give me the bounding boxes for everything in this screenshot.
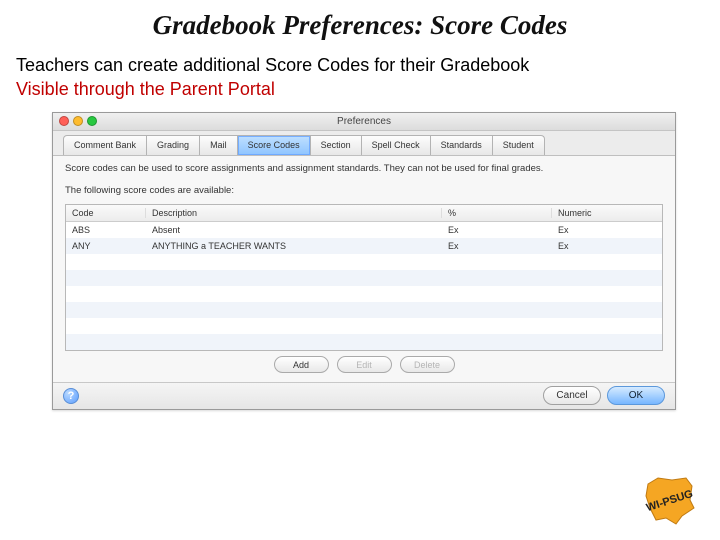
cell-code: Code [66,208,146,218]
zoom-icon[interactable] [87,116,97,126]
table-row[interactable]: ANYANYTHING a TEACHER WANTSExEx [66,238,662,254]
table-row-empty[interactable] [66,270,662,286]
table-row-empty[interactable] [66,254,662,270]
cell-code: ABS [66,225,146,235]
tab-comment-bank[interactable]: Comment Bank [63,135,147,155]
delete-button[interactable]: Delete [400,356,455,373]
table-row[interactable]: ABSAbsentExEx [66,222,662,238]
slide-line1: Teachers can create additional Score Cod… [16,53,704,77]
tab-standards[interactable]: Standards [430,135,493,155]
cell-num: Ex [552,241,662,251]
tab-bar: Comment BankGradingMailScore CodesSectio… [53,131,675,156]
edit-button[interactable]: Edit [337,356,392,373]
window-footer: ? Cancel OK [53,382,675,408]
tab-section[interactable]: Section [310,135,362,155]
table-row-empty[interactable] [66,286,662,302]
slide-title: Gradebook Preferences: Score Codes [0,0,720,47]
cell-code: ANY [66,241,146,251]
cell-num: Ex [552,225,662,235]
close-icon[interactable] [59,116,69,126]
minimize-icon[interactable] [73,116,83,126]
ok-button[interactable]: OK [607,386,665,405]
table-header-row: CodeDescription%Numeric [66,205,662,222]
cell-desc: ANYTHING a TEACHER WANTS [146,241,442,251]
cell-pct: Ex [442,241,552,251]
score-codes-pane: Score codes can be used to score assignm… [53,156,675,383]
cell-num: Numeric [552,208,662,218]
score-codes-table: CodeDescription%NumericABSAbsentExExANYA… [65,204,663,351]
tab-grading[interactable]: Grading [146,135,200,155]
preferences-window: Preferences Comment BankGradingMailScore… [52,112,676,410]
table-row-empty[interactable] [66,302,662,318]
window-title: Preferences [337,116,391,127]
tab-spell-check[interactable]: Spell Check [361,135,431,155]
tab-score-codes[interactable]: Score Codes [237,135,311,155]
add-button[interactable]: Add [274,356,329,373]
pane-description-1: Score codes can be used to score assignm… [65,163,663,176]
cell-pct: Ex [442,225,552,235]
cell-desc: Description [146,208,442,218]
cell-pct: % [442,208,552,218]
pane-description-2: The following score codes are available: [65,185,663,198]
cell-desc: Absent [146,225,442,235]
cancel-button[interactable]: Cancel [543,386,601,405]
table-row-empty[interactable] [66,334,662,350]
tab-student[interactable]: Student [492,135,545,155]
slide-line2: Visible through the Parent Portal [16,77,704,101]
wi-psug-logo: WI-PSUG [642,474,698,526]
window-titlebar[interactable]: Preferences [53,113,675,131]
table-row-empty[interactable] [66,318,662,334]
tab-mail[interactable]: Mail [199,135,238,155]
help-icon[interactable]: ? [63,388,79,404]
